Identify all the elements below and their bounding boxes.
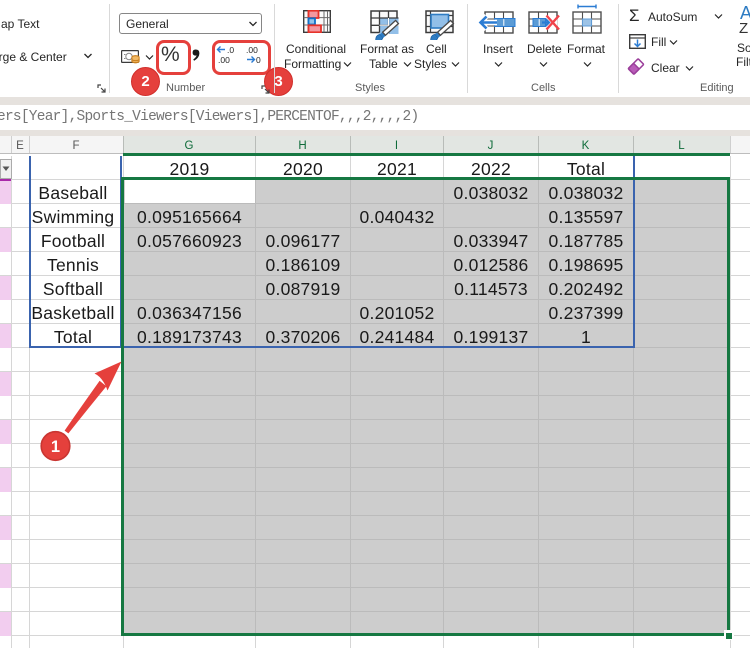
svg-text:.00: .00 [246,45,258,55]
svg-text:.00: .00 [218,55,230,65]
svg-text:1: 1 [51,438,60,456]
svg-text:0: 0 [256,55,261,65]
svg-text:.0: .0 [227,45,234,55]
